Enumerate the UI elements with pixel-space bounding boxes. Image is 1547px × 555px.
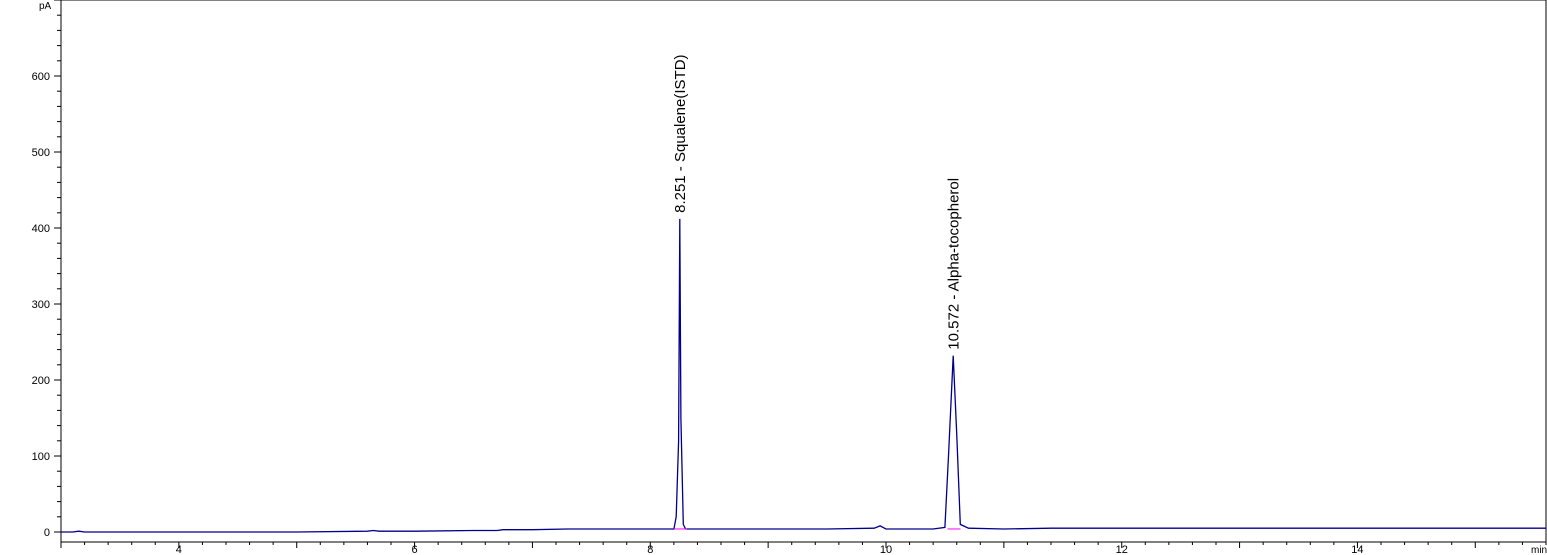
x-tick-label: 4 [176, 544, 182, 555]
peak-annotations: 8.251 - Squalene(ISTD) 10.572 - Alpha-toc… [672, 54, 963, 349]
y-unit-label: pA [39, 1, 52, 12]
x-unit-label: min [1531, 545, 1547, 555]
y-tick-label: 100 [32, 451, 50, 463]
x-tick-label: 10 [880, 544, 892, 555]
plot-frame [60, 0, 1547, 543]
y-axis: 0 100 200 300 400 500 600 [32, 0, 61, 539]
chromatogram-chart: 0 100 200 300 400 500 600 4 6 8 10 12 14 pA min 8.2… [32, 0, 1547, 555]
y-tick-label: 400 [32, 223, 50, 235]
peak-label: 8.251 - Squalene(ISTD) [672, 54, 689, 212]
x-tick-label: 8 [647, 544, 653, 555]
series-layer [61, 218, 1546, 533]
y-tick-label: 300 [32, 299, 50, 311]
x-tick-label: 12 [1116, 544, 1128, 555]
y-tick-label: 600 [32, 71, 50, 83]
y-tick-label: 500 [32, 147, 50, 159]
x-axis: 4 6 8 10 12 14 [60, 542, 1547, 555]
peak-label: 10.572 - Alpha-tocopherol [945, 178, 962, 350]
x-tick-label: 14 [1351, 544, 1363, 555]
x-tick-label: 6 [412, 544, 418, 555]
signal-trace [61, 218, 1546, 533]
y-tick-label: 200 [32, 375, 50, 387]
y-tick-label: 0 [44, 527, 50, 539]
